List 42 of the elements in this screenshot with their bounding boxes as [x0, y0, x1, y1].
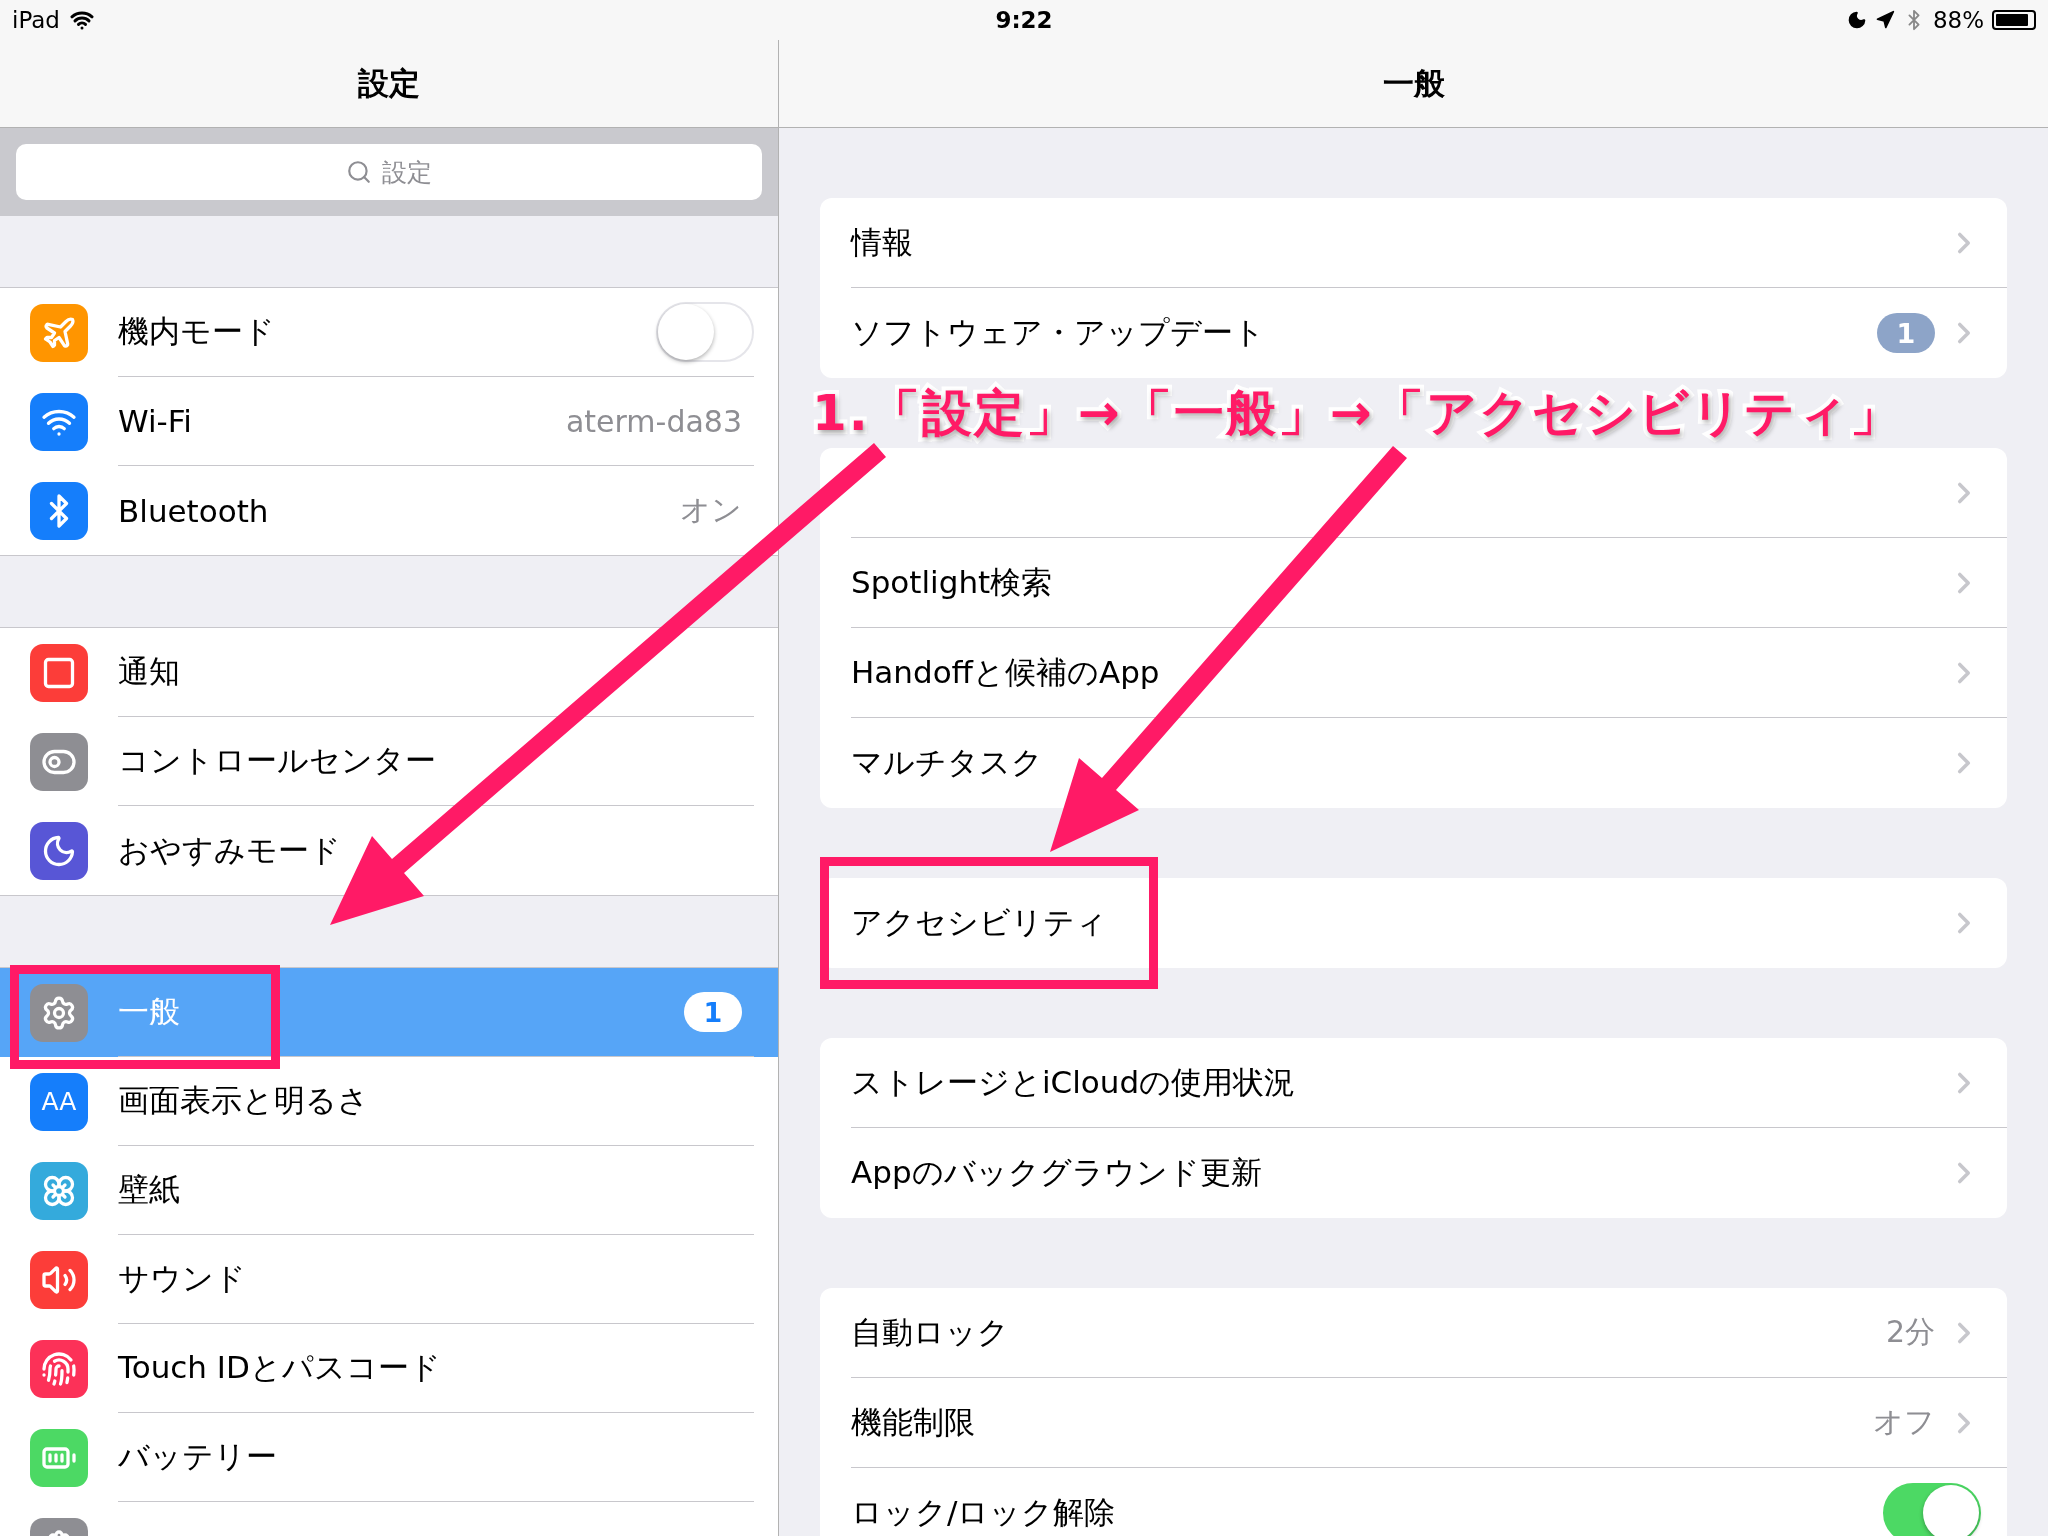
item-label[interactable]: ストレージとiCloudの使用状況: [851, 1061, 1947, 1104]
item-label[interactable]: Spotlight検索: [851, 561, 1947, 604]
detail-title: 一般: [1382, 63, 1445, 103]
item-label: 一般: [118, 992, 181, 1031]
item-label: コントロールセンター: [118, 741, 437, 780]
clock-time: 9:22: [995, 7, 1053, 33]
device-name: iPad: [12, 7, 60, 33]
item-label[interactable]: Appのバックグラウンド更新: [851, 1152, 1947, 1194]
item-label: 壁紙: [118, 1170, 181, 1209]
item-label: Wi-Fi: [118, 403, 193, 439]
setting-icon: AA: [30, 1072, 88, 1131]
item-label: バッテリー: [118, 1437, 278, 1476]
battery-percent: 88%: [1932, 7, 1984, 33]
item-value: オン: [680, 491, 742, 529]
item-label[interactable]: 自動ロック: [851, 1311, 1886, 1354]
count-badge: 1: [684, 992, 742, 1032]
toggle-switch[interactable]: [1883, 1483, 1981, 1536]
item-label[interactable]: 機能制限: [851, 1401, 1873, 1444]
item-label: サウンド: [118, 1259, 247, 1298]
item-value: オフ: [1873, 1403, 1935, 1441]
item-label: Touch IDとパスコード: [118, 1348, 442, 1387]
item-label[interactable]: ロック/ロック解除: [851, 1492, 1883, 1534]
item-label[interactable]: 情報: [851, 221, 1947, 264]
item-value: 2分: [1885, 1313, 1935, 1351]
search-icon: [346, 159, 372, 185]
item-value: aterm-da83: [565, 403, 742, 439]
item-label[interactable]: マルチタスク: [851, 742, 1947, 784]
count-badge: 1: [1877, 313, 1935, 353]
battery-icon: [1992, 10, 2036, 30]
item-label[interactable]: Handoffと候補のApp: [851, 651, 1947, 694]
moon-icon: [1846, 10, 1867, 30]
item-label[interactable]: アクセシビリティ: [851, 902, 1947, 944]
sidebar-item[interactable]: 一般 1: [0, 968, 778, 1057]
item-label: おやすみモード: [118, 830, 342, 870]
location-arrow-icon: [1874, 10, 1895, 30]
sidebar-title: 設定: [358, 63, 420, 103]
item-label: 機内モード: [118, 312, 276, 351]
item-label: 通知: [118, 652, 181, 691]
annotation-caption: 1.「設定」→「一般」→「アクセシビリティ」: [812, 388, 1902, 438]
item-label[interactable]: ソフトウェア・アップデート: [851, 312, 1877, 354]
item-label: 画面表示と明るさ: [118, 1081, 370, 1120]
item-label: Bluetooth: [118, 492, 270, 529]
